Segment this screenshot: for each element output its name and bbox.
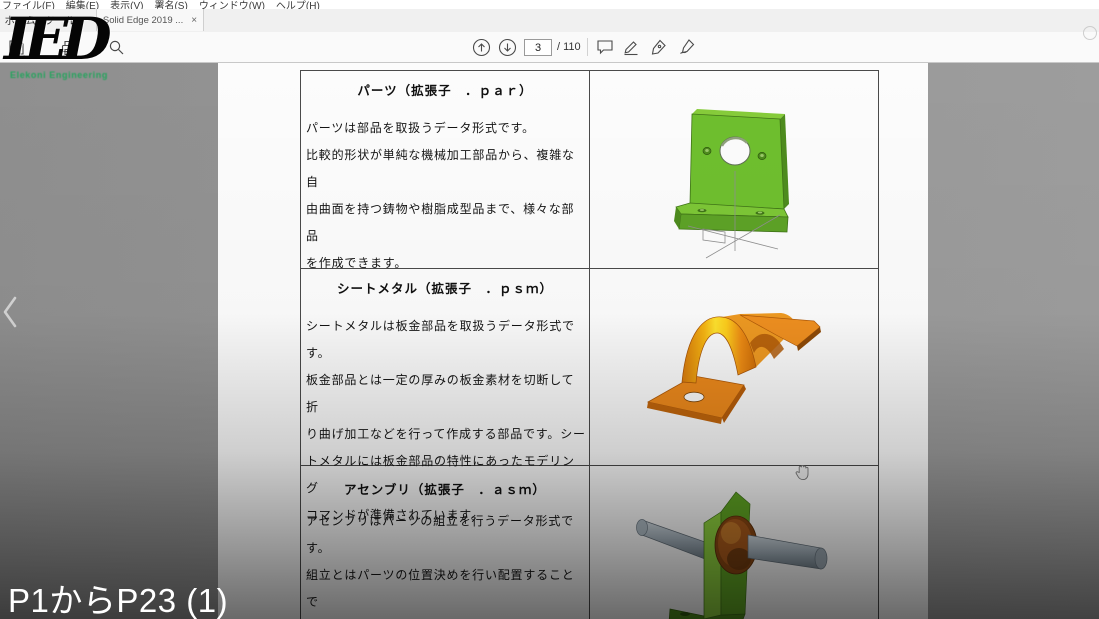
menu-view[interactable]: 表示(V)	[110, 0, 143, 9]
next-page-button[interactable]	[497, 37, 517, 57]
tab-home-label: ホーム	[4, 13, 35, 28]
menu-bar: ファイル(F) 編集(E) 表示(V) 署名(S) ウィンドウ(W) ヘルプ(H…	[0, 0, 1099, 9]
menu-file[interactable]: ファイル(F)	[2, 0, 55, 9]
search-button[interactable]	[106, 37, 126, 57]
highlight-button[interactable]	[621, 37, 641, 57]
body-line: 比較的形状が単純な機械加工部品から、複雑な自	[306, 142, 586, 196]
row-header: アセンブリ（拡張子 ．ａｓｍ）	[301, 479, 589, 498]
pdf-page: パーツ（拡張子 ．ｐａｒ） パーツは部品を取扱うデータ形式です。 比較的形状が単…	[218, 62, 928, 619]
body-line: アセンブリはパーツの組立を行うデータ形式で	[306, 508, 586, 535]
table-cell-text: シートメタル（拡張子 ．ｐｓｍ） シートメタルは板金部品を取扱うデータ形式で す…	[301, 269, 590, 465]
print-button[interactable]	[58, 37, 78, 57]
menu-window[interactable]: ウィンドウ(W)	[199, 0, 265, 9]
table-row: パーツ（拡張子 ．ｐａｒ） パーツは部品を取扱うデータ形式です。 比較的形状が単…	[301, 71, 878, 269]
table-row: アセンブリ（拡張子 ．ａｓｍ） アセンブリはパーツの組立を行うデータ形式で す。…	[301, 466, 878, 619]
hand-tool-cursor	[795, 464, 810, 486]
row-header: パーツ（拡張子 ．ｐａｒ）	[301, 80, 589, 99]
fill-sign-button[interactable]	[677, 37, 697, 57]
tab-home[interactable]: ホーム	[2, 9, 38, 31]
video-caption: P1からP23 (1)	[8, 574, 228, 619]
body-line: シートメタルは板金部品を取扱うデータ形式で	[306, 313, 586, 340]
body-line: す。	[306, 535, 586, 562]
hand-icon	[795, 464, 810, 481]
table-cell-figure	[590, 466, 878, 619]
print-icon	[60, 39, 77, 56]
document-viewport: パーツ（拡張子 ．ｐａｒ） パーツは部品を取扱うデータ形式です。 比較的形状が単…	[0, 62, 1099, 619]
row-header: シートメタル（拡張子 ．ｐｓｍ）	[301, 278, 589, 297]
body-line: 板金部品とは一定の厚みの板金素材を切断して折	[306, 367, 586, 421]
menu-sign[interactable]: 署名(S)	[154, 0, 187, 9]
pencil-icon	[622, 38, 640, 56]
comment-button[interactable]	[595, 37, 615, 57]
table-cell-figure	[590, 71, 878, 268]
tab-tools[interactable]: ツール	[42, 9, 78, 31]
application-window: ファイル(F) 編集(E) 表示(V) 署名(S) ウィンドウ(W) ヘルプ(H…	[0, 0, 1099, 619]
fill-sign-icon	[678, 38, 696, 56]
table-cell-text: パーツ（拡張子 ．ｐａｒ） パーツは部品を取扱うデータ形式です。 比較的形状が単…	[301, 71, 590, 268]
body-line: す。	[306, 340, 586, 367]
chevron-left-icon	[2, 295, 18, 329]
tab-bar: ホーム ツール Solid Edge 2019 ... ×	[0, 9, 1099, 33]
help-icon[interactable]	[1083, 26, 1097, 40]
table-row: シートメタル（拡張子 ．ｐｓｍ） シートメタルは板金部品を取扱うデータ形式で す…	[301, 269, 878, 466]
tab-tools-label: ツール	[44, 13, 76, 28]
tab-document[interactable]: Solid Edge 2019 ... ×	[96, 9, 204, 31]
tab-document-label: Solid Edge 2019 ...	[103, 15, 183, 26]
previous-page-chevron[interactable]	[2, 295, 18, 334]
row-body: アセンブリはパーツの組立を行うデータ形式で す。 組立とはパーツの位置決めを行い…	[306, 508, 586, 619]
page-number-input[interactable]	[524, 39, 552, 56]
toolbar-divider	[587, 38, 588, 56]
assembly-figure	[590, 466, 878, 619]
page-total-label: / 110	[557, 41, 581, 53]
body-line: り曲げ加工などを行って作成する部品です。シー	[306, 421, 586, 448]
row-body: パーツは部品を取扱うデータ形式です。 比較的形状が単純な機械加工部品から、複雑な…	[306, 115, 586, 277]
body-line: パーツは部品を取扱うデータ形式です。	[306, 115, 586, 142]
comment-bubble-icon	[596, 38, 614, 56]
green-bracket-figure	[590, 71, 878, 267]
body-line: 組立とはパーツの位置決めを行い配置することで	[306, 562, 586, 616]
fountain-pen-icon	[650, 38, 668, 56]
sign-button[interactable]	[649, 37, 669, 57]
arrow-down-circle-icon	[498, 38, 517, 57]
orange-clamp-figure	[590, 269, 878, 465]
body-line: 由曲面を持つ鋳物や樹脂成型品まで、様々な部品	[306, 196, 586, 250]
arrow-up-circle-icon	[472, 38, 491, 57]
search-icon	[108, 39, 125, 56]
toolbar: / 110	[0, 32, 1099, 63]
save-icon	[8, 39, 25, 56]
save-button[interactable]	[6, 37, 26, 57]
close-tab-icon[interactable]: ×	[191, 15, 197, 26]
table-cell-text: アセンブリ（拡張子 ．ａｓｍ） アセンブリはパーツの組立を行うデータ形式で す。…	[301, 466, 590, 619]
previous-page-button[interactable]	[471, 37, 491, 57]
table-cell-figure	[590, 269, 878, 465]
menu-help[interactable]: ヘルプ(H)	[276, 0, 320, 9]
menu-edit[interactable]: 編集(E)	[66, 0, 99, 9]
file-format-table: パーツ（拡張子 ．ｐａｒ） パーツは部品を取扱うデータ形式です。 比較的形状が単…	[300, 70, 879, 619]
